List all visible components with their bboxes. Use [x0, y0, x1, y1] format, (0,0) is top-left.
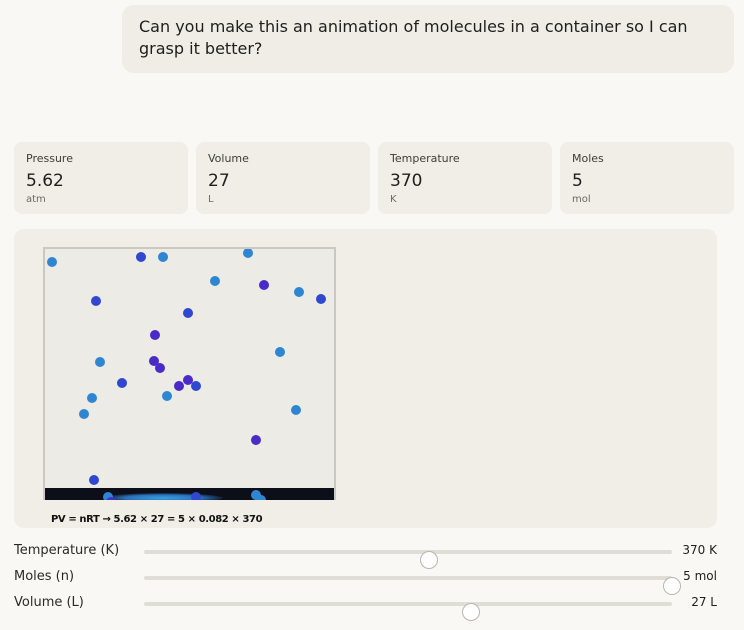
slider-label-temperature: Temperature (K) [14, 543, 120, 558]
stat-label: Temperature [390, 152, 460, 165]
gas-molecule [183, 308, 193, 318]
gas-molecule [191, 381, 201, 391]
gas-molecule [210, 276, 220, 286]
gas-molecule [294, 287, 304, 297]
simulation-panel: PV = nRT → 5.62 × 27 = 5 × 0.082 × 370 [14, 229, 717, 528]
gas-molecule [155, 363, 165, 373]
stat-unit: atm [26, 194, 46, 205]
gas-molecule [291, 405, 301, 415]
ideal-gas-equation: PV = nRT → 5.62 × 27 = 5 × 0.082 × 370 [51, 514, 263, 525]
stat-label: Moles [572, 152, 604, 165]
gas-molecule [256, 495, 266, 500]
volume-slider-track[interactable] [144, 602, 672, 621]
temperature-slider-track[interactable] [144, 550, 672, 569]
stat-value: 27 [208, 171, 230, 191]
gas-molecule [191, 492, 201, 500]
user-message-text: Can you make this an animation of molecu… [139, 17, 688, 58]
gas-molecule [251, 435, 261, 445]
gas-molecule [91, 296, 101, 306]
stat-unit: mol [572, 194, 591, 205]
slider-value-volume: 27 L [691, 595, 717, 609]
stat-card-volume: Volume 27 L [196, 142, 370, 214]
gas-molecule [89, 475, 99, 485]
gas-molecule [79, 409, 89, 419]
user-message-bubble: Can you make this an animation of molecu… [122, 5, 734, 73]
stat-card-pressure: Pressure 5.62 atm [14, 142, 188, 214]
gas-molecule [158, 252, 168, 262]
floor-glow [103, 493, 223, 500]
gas-molecule [316, 294, 326, 304]
stat-value: 5.62 [26, 171, 64, 191]
stat-card-temperature: Temperature 370 K [378, 142, 552, 214]
slider-row-temperature: Temperature (K) 370 K [14, 541, 719, 569]
stat-unit: L [208, 194, 214, 205]
slider-value-moles: 5 mol [683, 569, 717, 583]
gas-molecule [95, 357, 105, 367]
gas-molecule [87, 393, 97, 403]
gas-molecule [136, 252, 146, 262]
gas-container [43, 247, 336, 500]
slider-row-moles: Moles (n) 5 mol [14, 567, 719, 595]
slider-row-volume: Volume (L) 27 L [14, 593, 719, 621]
gas-molecule [174, 381, 184, 391]
slider-label-moles: Moles (n) [14, 569, 75, 584]
gas-molecule [150, 330, 160, 340]
stat-value: 5 [572, 171, 583, 191]
stat-card-moles: Moles 5 mol [560, 142, 734, 214]
gas-molecule [117, 378, 127, 388]
stat-label: Volume [208, 152, 249, 165]
gas-molecule [275, 347, 285, 357]
stat-value: 370 [390, 171, 423, 191]
slider-value-temperature: 370 K [682, 543, 717, 557]
stat-unit: K [390, 194, 397, 205]
volume-slider-thumb[interactable] [462, 603, 481, 621]
container-floor [45, 488, 334, 500]
gas-molecule [162, 391, 172, 401]
gas-molecule [243, 249, 253, 258]
stat-label: Pressure [26, 152, 73, 165]
gas-molecule [259, 280, 269, 290]
gas-molecule [47, 257, 57, 267]
slider-label-volume: Volume (L) [14, 595, 84, 610]
gas-molecule [106, 497, 116, 500]
moles-slider-track[interactable] [144, 576, 681, 595]
